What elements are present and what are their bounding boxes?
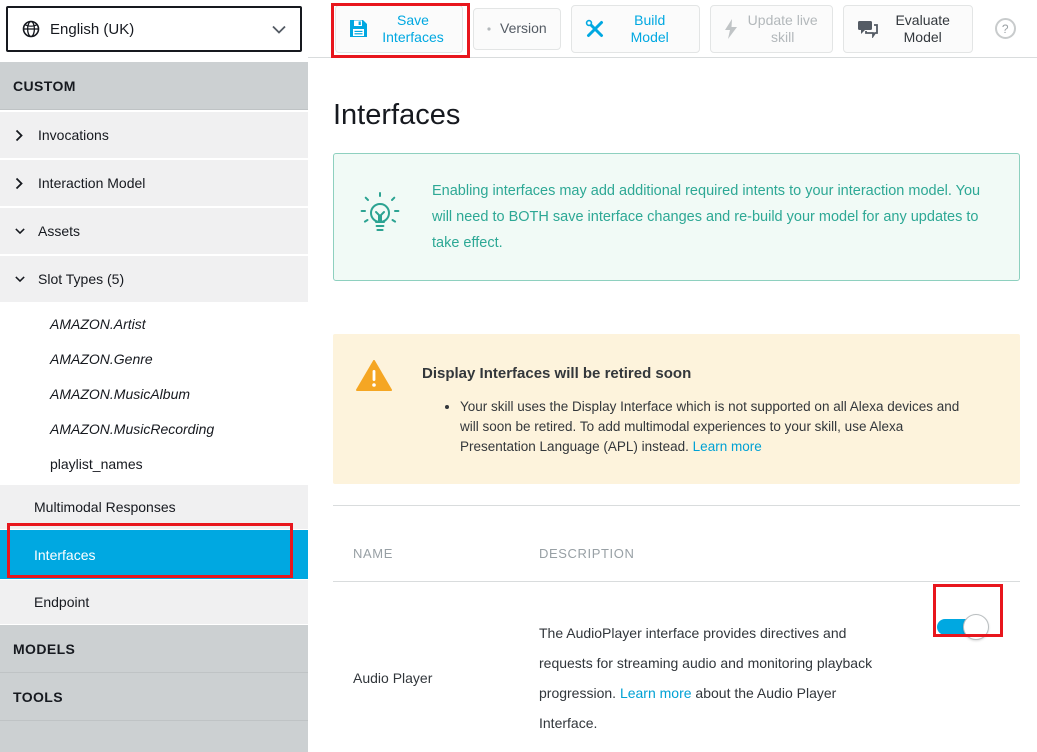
sidebar-section-models[interactable]: MODELS xyxy=(0,625,308,673)
language-selector-area: English (UK) xyxy=(0,0,308,62)
update-live-skill-label: Update live skill xyxy=(747,12,819,46)
warning-bullet-list: Your skill uses the Display Interface wh… xyxy=(460,397,972,457)
build-model-button[interactable]: Build Model xyxy=(571,5,700,53)
warning-triangle-icon xyxy=(356,360,392,460)
warning-bullet: Your skill uses the Display Interface wh… xyxy=(460,397,972,457)
save-interfaces-label: Save Interfaces xyxy=(377,12,449,46)
evaluate-model-label: Evaluate Model xyxy=(887,12,959,46)
sidebar-item-label: Slot Types (5) xyxy=(38,271,124,287)
sidebar-item-interaction-model[interactable]: Interaction Model xyxy=(0,160,308,206)
chevron-right-icon xyxy=(15,177,25,190)
warning-banner-body: Display Interfaces will be retired soon … xyxy=(422,360,972,460)
lightning-bolt-icon xyxy=(724,19,738,39)
globe-icon xyxy=(22,20,40,38)
slot-type-amazon-artist[interactable]: AMAZON.Artist xyxy=(0,307,308,342)
sidebar-item-multimodal-responses[interactable]: Multimodal Responses xyxy=(0,485,308,529)
chevron-right-icon xyxy=(15,129,25,142)
alexa-developer-console: English (UK) CUSTOM Invocations Interact… xyxy=(0,0,1037,752)
build-tools-icon xyxy=(585,19,605,39)
sidebar-section-custom: CUSTOM xyxy=(0,62,308,110)
sidebar: English (UK) CUSTOM Invocations Interact… xyxy=(0,0,308,752)
version-label: Version xyxy=(500,20,547,37)
sidebar-item-invocations[interactable]: Invocations xyxy=(0,112,308,158)
sidebar-item-label: Invocations xyxy=(38,127,109,143)
build-model-label: Build Model xyxy=(614,12,686,46)
warning-banner-title: Display Interfaces will be retired soon xyxy=(422,364,972,384)
update-live-skill-button[interactable]: Update live skill xyxy=(710,5,833,53)
audio-player-toggle[interactable] xyxy=(937,614,993,640)
evaluate-model-button[interactable]: Evaluate Model xyxy=(843,5,973,53)
warning-banner: Display Interfaces will be retired soon … xyxy=(333,334,1020,484)
sidebar-item-slot-types[interactable]: Slot Types (5) xyxy=(0,256,308,302)
slot-type-list: AMAZON.Artist AMAZON.Genre AMAZON.MusicA… xyxy=(0,304,308,485)
page-title: Interfaces xyxy=(333,99,1020,131)
sidebar-item-interfaces[interactable]: Interfaces xyxy=(0,530,308,579)
slot-type-amazon-musicrecording[interactable]: AMAZON.MusicRecording xyxy=(0,412,308,447)
save-icon xyxy=(349,19,368,38)
version-button[interactable]: Version xyxy=(473,8,561,50)
language-selector-label: English (UK) xyxy=(50,21,134,38)
audio-player-row: Audio Player The AudioPlayer interface p… xyxy=(333,582,1020,752)
sidebar-item-assets[interactable]: Assets xyxy=(0,208,308,254)
toggle-knob xyxy=(963,614,989,640)
chevron-down-icon xyxy=(15,227,25,235)
chevron-down-icon xyxy=(15,275,25,283)
interfaces-page: Interfaces xyxy=(308,99,1037,752)
chevron-down-icon xyxy=(272,25,286,34)
help-icon[interactable]: ? xyxy=(995,18,1016,39)
main-area: Save Interfaces Version Build Model xyxy=(308,0,1037,752)
sidebar-section-tools[interactable]: TOOLS xyxy=(0,673,308,721)
sidebar-filler xyxy=(0,721,308,752)
interface-description: The AudioPlayer interface provides direc… xyxy=(539,618,884,738)
save-interfaces-button[interactable]: Save Interfaces xyxy=(335,5,463,53)
version-dot-icon xyxy=(487,27,491,31)
slot-type-playlist-names[interactable]: playlist_names xyxy=(0,447,308,482)
slot-type-amazon-musicalbum[interactable]: AMAZON.MusicAlbum xyxy=(0,377,308,412)
toolbar: Save Interfaces Version Build Model xyxy=(308,0,1037,58)
lightbulb-icon xyxy=(358,191,402,243)
info-banner-text: Enabling interfaces may add additional r… xyxy=(432,178,989,256)
column-header-name: NAME xyxy=(353,546,539,561)
language-selector[interactable]: English (UK) xyxy=(6,6,302,52)
sidebar-item-label: Assets xyxy=(38,223,80,239)
sidebar-item-endpoint[interactable]: Endpoint xyxy=(0,580,308,624)
column-header-description: DESCRIPTION xyxy=(539,546,634,561)
interface-name: Audio Player xyxy=(353,670,539,686)
interfaces-table-header: NAME DESCRIPTION xyxy=(333,506,1020,582)
description-learn-more-link[interactable]: Learn more xyxy=(620,685,692,701)
chat-bubbles-icon xyxy=(857,20,878,38)
slot-type-amazon-genre[interactable]: AMAZON.Genre xyxy=(0,342,308,377)
sidebar-item-label: Interaction Model xyxy=(38,175,145,191)
warning-learn-more-link[interactable]: Learn more xyxy=(693,439,762,454)
info-banner: Enabling interfaces may add additional r… xyxy=(333,153,1020,281)
